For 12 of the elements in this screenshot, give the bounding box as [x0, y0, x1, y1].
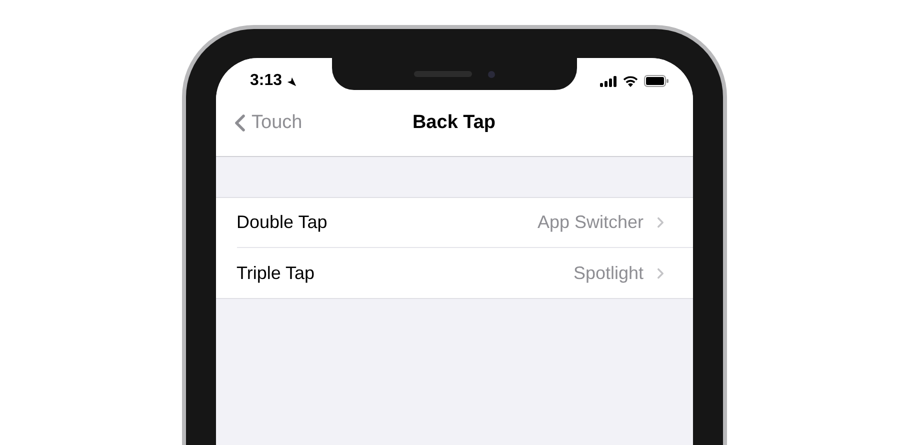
row-value: App Switcher — [537, 211, 644, 234]
page-title: Back Tap — [412, 110, 496, 135]
status-time: 3:13 — [250, 71, 282, 91]
row-label: Double Tap — [236, 211, 328, 234]
battery-icon — [644, 75, 669, 87]
signal-icon — [600, 76, 617, 86]
wifi-icon — [623, 76, 638, 86]
settings-row[interactable]: Double Tap App Switcher — [236, 198, 692, 248]
settings-row[interactable]: Triple Tap Spotlight — [236, 248, 692, 298]
row-label: Triple Tap — [236, 262, 316, 285]
location-icon — [286, 76, 298, 86]
row-value: Spotlight — [573, 262, 644, 285]
